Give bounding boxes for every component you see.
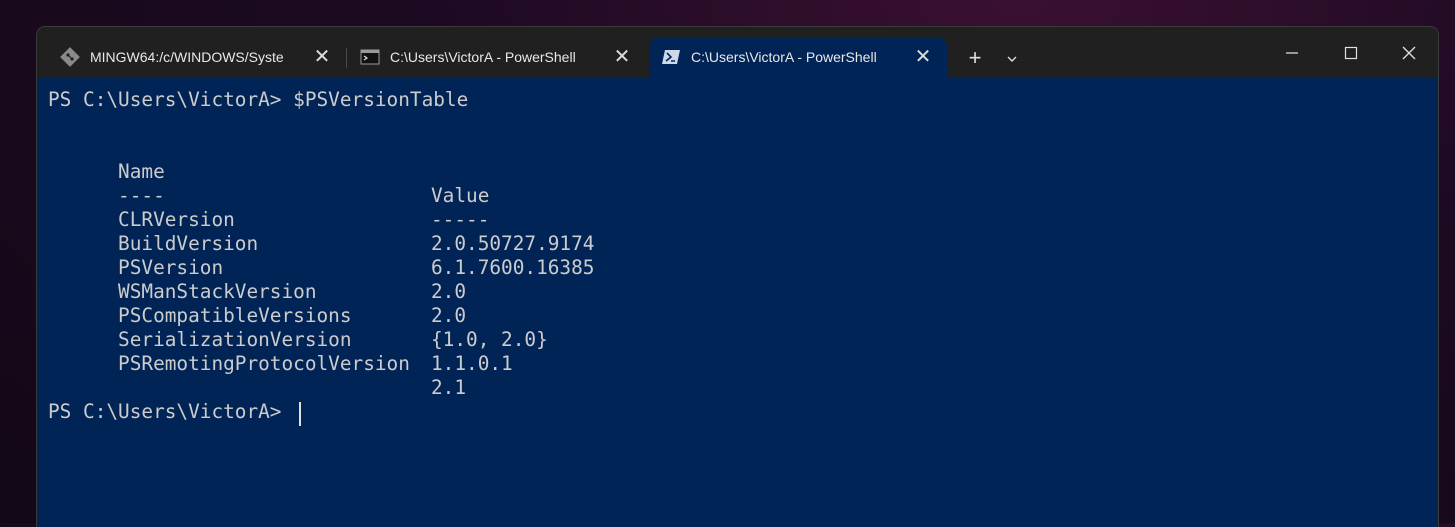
close-tab-icon[interactable]: ✕ [913,47,933,67]
table-row: PSVersion 2.0 [48,232,466,303]
table-row: PSCompatibleVersions {1.0, 2.0} [48,280,548,351]
console-icon [360,47,380,67]
git-icon [60,47,80,67]
table-row: WSManStackVersion 2.0 [48,256,466,327]
tab-separator [346,48,347,68]
close-tab-icon[interactable]: ✕ [312,47,332,67]
table-row: CLRVersion 2.0.50727.9174 [48,184,594,255]
header-value: Value [431,184,490,207]
terminal-window: MINGW64:/c/WINDOWS/Syste ✕ C:\Users\Vict… [37,27,1438,527]
row-value: 1.1.0.1 [431,352,513,375]
row-value: 6.1.7600.16385 [431,256,595,279]
minimize-button[interactable] [1263,27,1321,78]
tab-powershell-active[interactable]: C:\Users\VictorA - PowerShell ✕ [649,38,947,78]
row-value: 2.0.50727.9174 [431,232,595,255]
tab-label: MINGW64:/c/WINDOWS/Syste [90,49,284,65]
tab-dropdown-button[interactable] [999,45,1025,73]
table-header: Name Value [48,136,489,207]
underline-value: ----- [431,208,490,231]
close-icon [1402,46,1416,59]
tab-powershell-1[interactable]: C:\Users\VictorA - PowerShell ✕ [348,38,638,78]
command-line: PS C:\Users\VictorA> $PSVersionTable [48,88,469,111]
maximize-icon [1344,46,1358,59]
prompt-line[interactable]: PS C:\Users\VictorA> [48,400,293,424]
powershell-icon [661,47,681,67]
tab-label: C:\Users\VictorA - PowerShell [390,49,576,65]
table-row: SerializationVersion 1.1.0.1 [48,304,513,375]
row-value: 2.1 [431,376,467,399]
row-value: 2.0 [431,280,467,303]
row-name: PSRemotingProtocolVersion [118,352,410,375]
maximize-button[interactable] [1322,27,1380,78]
chevron-down-icon [1007,56,1017,62]
row-value: {1.0, 2.0} [431,328,548,351]
close-tab-icon[interactable]: ✕ [612,47,632,67]
row-value: 2.0 [431,304,467,327]
tab-label: C:\Users\VictorA - PowerShell [691,49,877,65]
table-row: PSRemotingProtocolVersion 2.1 [48,328,466,399]
close-window-button[interactable] [1380,27,1438,78]
minimize-icon [1286,51,1298,54]
table-row: BuildVersion 6.1.7600.16385 [48,208,594,279]
tab-mingw64[interactable]: MINGW64:/c/WINDOWS/Syste ✕ [48,38,338,78]
console-output[interactable]: PS C:\Users\VictorA> $PSVersionTable Nam… [37,78,1438,527]
table-underline: ---- ----- [48,160,489,231]
title-bar: MINGW64:/c/WINDOWS/Syste ✕ C:\Users\Vict… [37,27,1438,78]
text-cursor [299,402,301,426]
new-tab-button[interactable]: + [961,45,989,73]
